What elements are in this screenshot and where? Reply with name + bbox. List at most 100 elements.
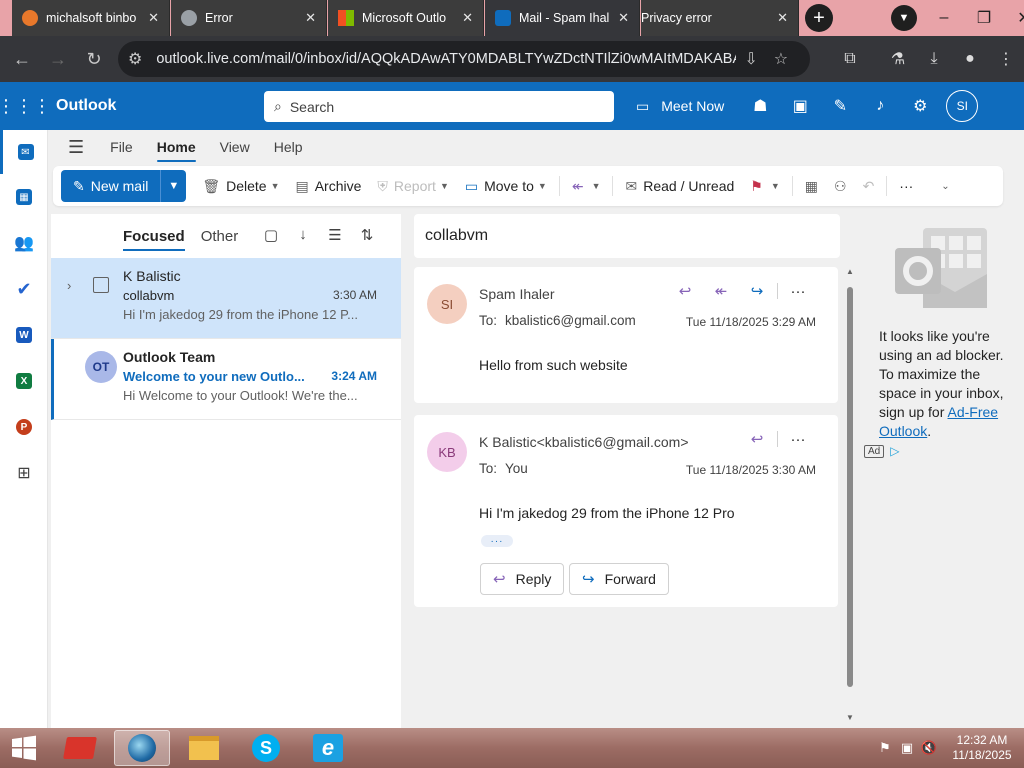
- tab-other[interactable]: Other: [201, 228, 239, 245]
- browser-tab[interactable]: michalsoft binbo ✕: [12, 0, 170, 36]
- expand-ribbon-button[interactable]: ⌄: [933, 170, 957, 202]
- powerpoint-app-icon[interactable]: P: [0, 404, 48, 450]
- chevron-down-icon[interactable]: ▼: [592, 181, 601, 191]
- read-unread-button[interactable]: ✉ Read / Unread: [617, 170, 742, 202]
- reload-icon[interactable]: ↻: [76, 41, 112, 77]
- close-icon[interactable]: ✕: [618, 10, 629, 26]
- calendar-icon[interactable]: ▦: [0, 174, 48, 220]
- close-icon[interactable]: ✕: [462, 10, 473, 26]
- app-launcher-icon[interactable]: ⋮⋮⋮: [0, 82, 51, 130]
- people-icon[interactable]: 👥: [0, 220, 48, 266]
- list-item[interactable]: OT Outlook Team Welcome to your new Outl…: [51, 339, 401, 420]
- forward-button[interactable]: ↪ Forward: [569, 563, 669, 595]
- taskbar-app-1[interactable]: [52, 730, 108, 766]
- browser-tab[interactable]: Microsoft Outlo ✕: [328, 0, 484, 36]
- todo-icon[interactable]: ✔: [0, 266, 48, 312]
- close-icon[interactable]: ✕: [777, 10, 788, 26]
- close-icon[interactable]: ✕: [305, 10, 316, 26]
- reply-all-button[interactable]: ↞ ▼: [564, 170, 609, 202]
- tab-focused[interactable]: Focused: [123, 228, 185, 251]
- jump-to-icon[interactable]: ↓: [287, 226, 319, 244]
- new-tab-button[interactable]: +: [805, 4, 833, 32]
- more-apps-icon[interactable]: ⊞: [0, 450, 48, 496]
- excel-app-icon[interactable]: X: [0, 358, 48, 404]
- action-center-flag-icon[interactable]: ⚑: [874, 740, 896, 756]
- start-button[interactable]: [4, 732, 44, 764]
- forward-icon[interactable]: ↪: [739, 282, 775, 300]
- report-button[interactable]: ⛨ Report ▼: [369, 170, 456, 202]
- menu-dots-icon[interactable]: ⋮: [988, 41, 1024, 77]
- word-app-icon[interactable]: W: [0, 312, 48, 358]
- new-mail-dropdown[interactable]: ▼: [160, 170, 187, 202]
- move-to-button[interactable]: ▭ Move to ▼: [457, 170, 555, 202]
- meet-now-button[interactable]: ▭ Meet Now: [630, 98, 724, 115]
- tab-home[interactable]: Home: [156, 139, 196, 162]
- reading-pane-scrollbar[interactable]: ▲ ▼: [846, 267, 854, 722]
- sort-icon[interactable]: ⇅: [351, 226, 383, 244]
- scroll-up-icon[interactable]: ▲: [846, 267, 854, 276]
- reply-icon[interactable]: ↩: [739, 430, 775, 448]
- taskbar-browser[interactable]: [114, 730, 170, 766]
- word-icon[interactable]: ▣: [780, 82, 820, 130]
- reply-button[interactable]: ↩ Reply: [480, 563, 565, 595]
- back-arrow-icon[interactable]: ←: [4, 41, 40, 77]
- show-trimmed-content-button[interactable]: ···: [481, 535, 513, 547]
- message-from[interactable]: K Balistic<kbalistic6@gmail.com>: [479, 434, 689, 450]
- more-actions-icon[interactable]: ···: [780, 283, 816, 300]
- search-input[interactable]: ⌕ Search: [264, 91, 614, 122]
- chevron-down-icon[interactable]: ▼: [538, 181, 547, 191]
- reply-icon[interactable]: ↩: [667, 282, 703, 300]
- volume-muted-icon[interactable]: 🔇: [918, 740, 940, 756]
- tab-search-button[interactable]: ▼: [884, 0, 924, 36]
- teams-icon[interactable]: ☗: [740, 82, 780, 130]
- browser-tab[interactable]: Privacy error ✕: [641, 0, 799, 36]
- message-card[interactable]: SI Spam Ihaler To: kbalistic6@gmail.com T…: [414, 267, 838, 403]
- scrollbar-thumb[interactable]: [847, 287, 853, 687]
- more-options-button[interactable]: ···: [891, 170, 921, 202]
- reply-all-icon[interactable]: ↞: [703, 282, 739, 300]
- to-address[interactable]: You: [505, 461, 528, 476]
- scroll-down-icon[interactable]: ▼: [846, 713, 854, 722]
- archive-button[interactable]: ▤ Archive: [287, 170, 369, 202]
- undo-button[interactable]: ↶: [855, 170, 883, 202]
- system-clock[interactable]: 12:32 AM 11/18/2025: [940, 733, 1024, 763]
- hamburger-icon[interactable]: ☰: [68, 137, 84, 158]
- select-checkbox[interactable]: [93, 277, 109, 293]
- ad-choices-icon[interactable]: ▷: [890, 444, 899, 458]
- taskbar-internet-explorer[interactable]: e: [300, 730, 356, 766]
- taskbar-skype[interactable]: S: [238, 730, 294, 766]
- browser-tab[interactable]: Error ✕: [171, 0, 327, 36]
- my-day-icon[interactable]: ✎: [820, 82, 860, 130]
- network-icon[interactable]: ▣: [896, 740, 918, 756]
- tab-help[interactable]: Help: [274, 139, 303, 155]
- profile-icon[interactable]: ●: [952, 41, 988, 77]
- close-icon[interactable]: ✕: [148, 10, 159, 26]
- apps-button[interactable]: ▦: [797, 170, 826, 202]
- select-mode-icon[interactable]: ▢: [255, 226, 287, 244]
- list-item[interactable]: › K Balistic collabvm 3:30 AM Hi I'm jak…: [51, 258, 401, 339]
- chevron-right-icon[interactable]: ›: [67, 278, 71, 293]
- tab-file[interactable]: File: [110, 139, 133, 155]
- minimize-button[interactable]: –: [924, 0, 964, 36]
- chevron-down-icon[interactable]: ▼: [440, 181, 449, 191]
- browser-tab-active[interactable]: Mail - Spam Ihal ✕: [485, 0, 640, 36]
- restore-button[interactable]: ❐: [964, 0, 1004, 36]
- forward-arrow-icon[interactable]: →: [40, 41, 76, 77]
- outlook-brand[interactable]: Outlook: [56, 97, 116, 115]
- mail-icon[interactable]: ✉: [0, 130, 48, 174]
- more-actions-icon[interactable]: ···: [780, 431, 816, 448]
- chevron-down-icon[interactable]: ▼: [271, 181, 280, 191]
- to-address[interactable]: kbalistic6@gmail.com: [505, 313, 636, 328]
- extensions-icon[interactable]: ⧉: [832, 41, 868, 77]
- account-avatar[interactable]: SI: [946, 90, 979, 122]
- message-from[interactable]: Spam Ihaler: [479, 286, 554, 302]
- taskbar-file-explorer[interactable]: [176, 730, 232, 766]
- bell-icon[interactable]: ♪: [860, 82, 900, 130]
- groups-button[interactable]: ⚇: [826, 170, 855, 202]
- filter-icon[interactable]: ☰: [319, 226, 351, 244]
- flag-button[interactable]: ⚑ ▼: [742, 170, 787, 202]
- new-mail-button[interactable]: ✎ New mail: [61, 170, 161, 202]
- message-card[interactable]: KB K Balistic<kbalistic6@gmail.com> To: Y…: [414, 415, 838, 607]
- site-settings-icon[interactable]: ⚙: [128, 49, 142, 69]
- delete-button[interactable]: 🗑 Delete ▼: [194, 170, 287, 202]
